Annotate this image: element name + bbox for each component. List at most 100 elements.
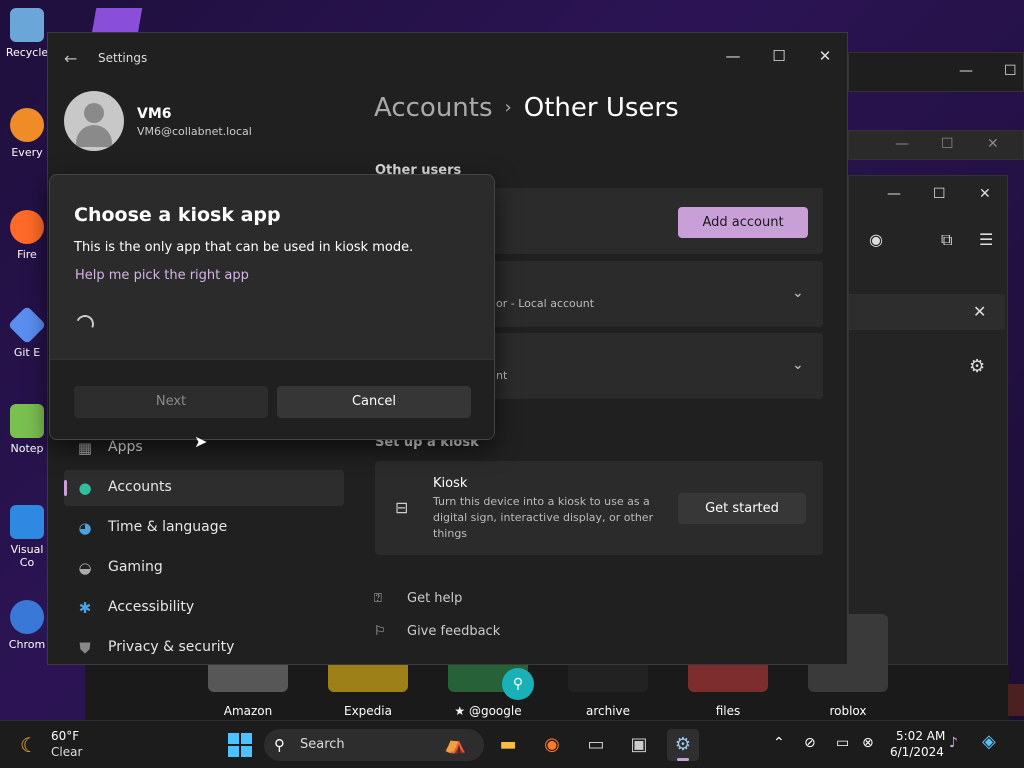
clock-time[interactable]: 5:02 AM bbox=[896, 729, 945, 743]
visual-studio-icon[interactable] bbox=[91, 8, 143, 34]
maximize-icon[interactable]: ☐ bbox=[933, 186, 946, 202]
help-icon: ⍰ bbox=[374, 591, 382, 606]
sidebar-item-gaming[interactable]: ◒ Gaming bbox=[64, 550, 344, 586]
desktop-icon-vscode[interactable]: Visual Co bbox=[4, 505, 50, 569]
maximize-icon[interactable]: ☐ bbox=[1004, 63, 1017, 79]
minimize-icon[interactable]: — bbox=[959, 63, 973, 79]
volume-muted-icon[interactable]: ⊗ bbox=[862, 735, 874, 751]
breadcrumb-separator: › bbox=[504, 97, 512, 118]
maximize-icon[interactable]: ☐ bbox=[941, 136, 954, 152]
copilot-icon[interactable]: ◈ bbox=[982, 731, 996, 752]
desktop-icon-label: Git E bbox=[13, 346, 41, 359]
page-title: Other Users bbox=[523, 93, 679, 123]
store-tile-label: Expedia bbox=[344, 704, 392, 718]
user-account-type: nt bbox=[496, 369, 508, 382]
avatar-head bbox=[84, 103, 104, 123]
chrome-icon bbox=[10, 600, 44, 634]
close-icon[interactable]: ✕ bbox=[973, 302, 986, 321]
desktop-icon-notepad[interactable]: Notep bbox=[4, 404, 50, 455]
close-icon[interactable]: ✕ bbox=[810, 41, 840, 71]
desktop-icon-label: Every bbox=[11, 146, 43, 159]
background-window-1: — ☐ bbox=[848, 52, 1024, 92]
profile-icon[interactable]: ◉ bbox=[869, 230, 883, 249]
get-help-link[interactable]: ⍰ Get help bbox=[374, 591, 462, 606]
chevron-up-icon[interactable]: ⌃ bbox=[773, 735, 785, 751]
active-indicator bbox=[64, 480, 67, 496]
desktop-icon-firefox[interactable]: Fire bbox=[4, 210, 50, 261]
network-off-icon[interactable]: ⊘ bbox=[804, 735, 816, 751]
sidebar-item-accounts[interactable]: ● Accounts bbox=[64, 470, 344, 506]
sidebar-item-time-language[interactable]: ◕ Time & language bbox=[64, 510, 344, 546]
minimize-icon[interactable]: — bbox=[887, 186, 901, 202]
start-button[interactable] bbox=[228, 733, 252, 757]
clock-date[interactable]: 6/1/2024 bbox=[890, 745, 944, 759]
file-explorer-icon[interactable]: ▬ bbox=[492, 729, 524, 761]
cancel-button[interactable]: Cancel bbox=[277, 386, 471, 418]
breadcrumb-parent[interactable]: Accounts bbox=[374, 93, 493, 123]
desktop-icon-chrome[interactable]: Chrom bbox=[4, 600, 50, 651]
desktop-icon-label: Chrom bbox=[8, 638, 46, 651]
store-tile-label: archive bbox=[585, 704, 631, 718]
shield-icon: ⛊ bbox=[79, 639, 91, 657]
weather-condition[interactable]: Clear bbox=[51, 745, 82, 759]
give-feedback-link[interactable]: ⚐ Give feedback bbox=[374, 624, 500, 639]
user-account-type: or - Local account bbox=[496, 297, 595, 310]
sidebar-item-label: Time & language bbox=[108, 519, 228, 535]
weather-temperature[interactable]: 60°F bbox=[51, 729, 79, 743]
chevron-down-icon[interactable]: ⌄ bbox=[792, 285, 804, 301]
command-prompt-icon[interactable]: ▣ bbox=[623, 729, 655, 761]
accounts-icon: ● bbox=[78, 479, 92, 497]
kiosk-description: Turn this device into a kiosk to use as … bbox=[433, 495, 654, 540]
desktop-icon-label: Visual Co bbox=[10, 543, 44, 569]
profile-email: VM6@collabnet.local bbox=[137, 125, 252, 138]
gear-icon[interactable]: ⚙ bbox=[969, 356, 985, 377]
dialog-footer: Next Cancel bbox=[50, 359, 494, 439]
windows-logo-tile bbox=[241, 746, 252, 757]
desktop-icon-git[interactable]: Git E bbox=[4, 305, 50, 359]
avatar[interactable] bbox=[64, 91, 124, 151]
notification-badge-edge bbox=[1008, 684, 1024, 716]
vscode-icon bbox=[10, 505, 44, 539]
get-started-button[interactable]: Get started bbox=[678, 493, 806, 524]
maximize-icon[interactable]: ☐ bbox=[764, 41, 794, 71]
sidebar-item-label: Accounts bbox=[108, 479, 172, 495]
next-button[interactable]: Next bbox=[74, 386, 268, 418]
active-app-indicator bbox=[677, 758, 689, 761]
terminal-icon[interactable]: ▭ bbox=[580, 729, 612, 761]
sidebar-item-label: Privacy & security bbox=[108, 639, 235, 655]
sidebar-item-accessibility[interactable]: ✱ Accessibility bbox=[64, 590, 344, 626]
search-icon[interactable]: ⚲ bbox=[502, 668, 534, 700]
close-icon[interactable]: ✕ bbox=[987, 136, 999, 152]
sidebar-item-privacy-security[interactable]: ⛊ Privacy & security bbox=[64, 630, 344, 664]
avatar-body bbox=[76, 125, 112, 147]
chevron-down-icon[interactable]: ⌄ bbox=[792, 357, 804, 373]
help-pick-app-link[interactable]: Help me pick the right app bbox=[75, 268, 249, 283]
desktop-icon-recycle-bin[interactable]: Recycle bbox=[4, 8, 50, 59]
menu-icon[interactable]: ☰ bbox=[979, 230, 993, 249]
desktop-icon-label: Fire bbox=[17, 248, 37, 261]
taskbar-search[interactable]: ⚲ Search ⛺ bbox=[264, 729, 484, 761]
bell-icon[interactable]: ♪ bbox=[949, 735, 958, 751]
kiosk-title: Kiosk bbox=[433, 476, 468, 491]
taskbar: ☾ 60°F Clear ⚲ Search ⛺ ▬ ◉ ▭ ▣ ⚙ ⌃ ⊘ ▭ … bbox=[0, 720, 1024, 768]
windows-logo-tile bbox=[241, 733, 252, 744]
minimize-icon[interactable]: — bbox=[895, 136, 909, 152]
close-icon[interactable]: ✕ bbox=[979, 186, 991, 202]
kiosk-sign-icon: ⊟ bbox=[395, 498, 409, 517]
search-placeholder: Search bbox=[300, 737, 345, 752]
settings-taskbar-icon[interactable]: ⚙ bbox=[667, 729, 699, 761]
moon-icon[interactable]: ☾ bbox=[20, 733, 38, 757]
firefox-icon bbox=[10, 210, 44, 244]
minimize-icon[interactable]: — bbox=[718, 41, 748, 71]
give-feedback-label: Give feedback bbox=[407, 624, 501, 639]
windows-logo-tile bbox=[228, 746, 239, 757]
title-bar: ← Settings — ☐ ✕ bbox=[48, 33, 847, 83]
back-arrow-icon[interactable]: ← bbox=[64, 49, 77, 68]
extensions-icon[interactable]: ⧉ bbox=[941, 230, 952, 250]
firefox-icon[interactable]: ◉ bbox=[536, 729, 568, 761]
store-tile-label: ★ @google bbox=[454, 704, 522, 718]
add-account-button[interactable]: Add account bbox=[678, 207, 808, 238]
desktop-icon-everything[interactable]: Every bbox=[4, 108, 50, 159]
display-icon[interactable]: ▭ bbox=[836, 735, 849, 751]
store-tile-label: files bbox=[715, 704, 741, 718]
